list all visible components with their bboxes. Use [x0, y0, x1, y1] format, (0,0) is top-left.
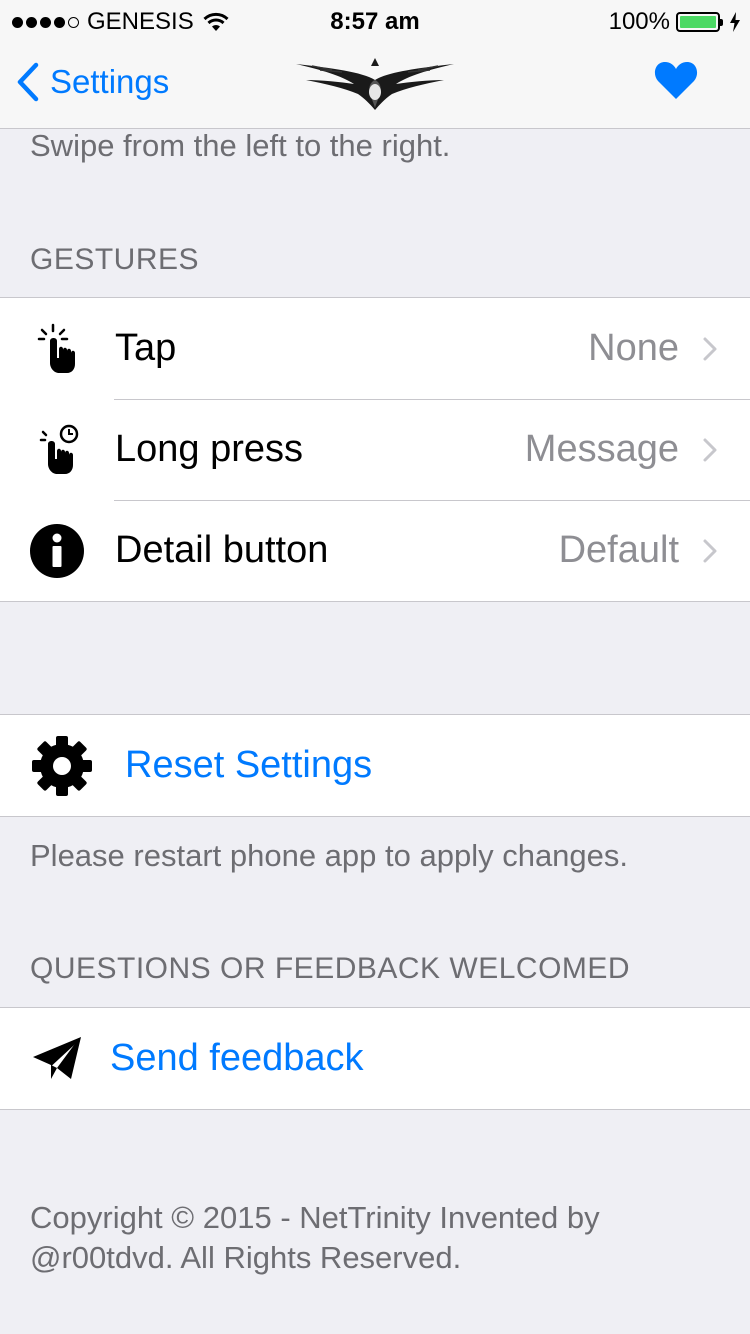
long-press-value: Message [524, 428, 679, 470]
long-press-label: Long press [115, 428, 304, 470]
detail-button-label: Detail button [115, 529, 329, 571]
gestures-section-header: GESTURES [30, 243, 200, 276]
feedback-section-header: QUESTIONS OR FEEDBACK WELCOMED [30, 952, 631, 985]
charging-icon [730, 12, 740, 32]
chevron-right-icon [703, 539, 717, 562]
send-feedback-button[interactable]: Send feedback [110, 1037, 364, 1080]
eagle-logo-icon [296, 58, 454, 110]
navigation-bar: Settings [0, 40, 750, 129]
long-press-row[interactable]: Long press Message [0, 399, 750, 500]
chevron-right-icon [703, 337, 717, 360]
back-button[interactable]: Settings [16, 62, 169, 102]
feedback-group: Send feedback [0, 1007, 750, 1110]
tap-value: None [588, 327, 679, 369]
copyright-line-2: @r00tdvd. All Rights Reserved. [30, 1240, 462, 1275]
reset-settings-row[interactable]: Reset Settings [0, 715, 750, 816]
status-bar: GENESIS 8:57 am 100% [0, 0, 750, 40]
chevron-right-icon [703, 438, 717, 461]
detail-button-row[interactable]: Detail button Default [0, 500, 750, 601]
heart-icon[interactable] [654, 60, 698, 100]
back-label: Settings [50, 63, 170, 100]
long-press-hand-icon [28, 421, 86, 479]
gear-icon [30, 734, 94, 798]
battery-icon [676, 12, 723, 32]
tap-hand-icon [28, 320, 86, 378]
paper-plane-icon [28, 1030, 86, 1088]
copyright-text: Copyright © 2015 - NetTrinity Invented b… [30, 1198, 600, 1278]
battery-percent: 100% [608, 8, 670, 35]
detail-button-value: Default [558, 529, 679, 571]
battery-area: 100% [609, 8, 740, 36]
chevron-left-icon [17, 62, 39, 102]
tap-row[interactable]: Tap None [0, 298, 750, 399]
restart-note: Please restart phone app to apply change… [30, 838, 629, 873]
tap-label: Tap [115, 327, 177, 369]
reset-group: Reset Settings [0, 714, 750, 817]
reset-settings-button[interactable]: Reset Settings [125, 744, 372, 787]
swipe-hint-text: Swipe from the left to the right. [30, 128, 451, 163]
info-icon [28, 522, 86, 580]
gestures-group: Tap None Long press Message Detail butto… [0, 297, 750, 602]
send-feedback-row[interactable]: Send feedback [0, 1008, 750, 1109]
copyright-line-1: Copyright © 2015 - NetTrinity Invented b… [30, 1200, 600, 1235]
